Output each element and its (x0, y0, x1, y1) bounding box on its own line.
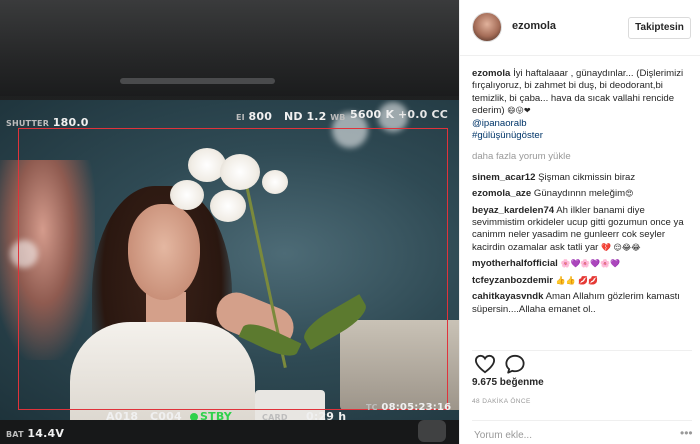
hud-battery: BAT 14.4V (6, 427, 65, 440)
comments-list: ezomola İyi haftalaaar , günaydınlar... … (472, 68, 696, 320)
like-count[interactable]: 9.675 beğenme (472, 377, 544, 388)
comment-emoji: 👍👍 💋💋 (555, 275, 599, 285)
watermark-logo (418, 420, 446, 442)
hud-wb: 5600 K (350, 108, 395, 121)
comment-emoji: 😍 (625, 189, 634, 199)
list-item: sinem_acar12 Şişman cikmissin biraz (472, 172, 696, 184)
comment-icon[interactable] (504, 354, 526, 374)
comment-text: Şişman cikmissin biraz (538, 171, 636, 183)
comment-text: Günaydınnn meleğim (533, 188, 626, 200)
list-item: beyaz_kardelen74 Ah ilkler banami diye s… (472, 205, 696, 255)
hud-ei: EI 800 (236, 110, 273, 123)
post-timestamp: 48 DAKİKA ÖNCE (472, 398, 531, 405)
comment-username[interactable]: myotherhalfofficial (472, 258, 558, 269)
caption-emoji: 😄😛❤ (507, 106, 531, 116)
hud-shutter: SHUTTER 180.0 (6, 116, 89, 129)
avatar[interactable] (472, 12, 502, 42)
ellipsis-icon[interactable]: ••• (680, 427, 693, 439)
load-more-comments[interactable]: daha fazla yorum yükle (472, 151, 696, 163)
list-item: tcfeyzanbozdemir 👍👍 💋💋 (472, 275, 696, 287)
heart-icon[interactable] (474, 354, 496, 374)
list-item: cahitkayasvndk Aman Allahım gözlerim kam… (472, 291, 696, 316)
add-comment-bar: ••• (472, 420, 693, 444)
caption-mention[interactable]: @ipanaoralb (472, 118, 527, 129)
monitor-bottom-bar (0, 420, 459, 444)
comment-emoji: 💔 😌😂😂 (601, 242, 641, 252)
hud-cc: +0.0 CC (398, 108, 449, 121)
post-header: ezomola Takiptesin (460, 0, 700, 56)
post-actions (472, 350, 692, 374)
list-item: ezomola_aze Günaydınnn meleğim😍 (472, 188, 696, 200)
recording-frame (18, 128, 448, 410)
camera-monitor-top (0, 0, 459, 96)
comment-input[interactable] (474, 427, 674, 443)
comment-username[interactable]: ezomola_aze (472, 188, 531, 199)
comment-username[interactable]: beyaz_kardelen74 (472, 205, 554, 216)
hud-timecode: TC 08:05:23:16 (366, 402, 452, 413)
hud-nd: ND 1.2 WB (284, 110, 346, 123)
follow-button[interactable]: Takiptesin (628, 17, 691, 39)
monitor-slot (120, 78, 275, 84)
caption-username[interactable]: ezomola (472, 68, 510, 79)
comment-username[interactable]: sinem_acar12 (472, 172, 535, 183)
header-username[interactable]: ezomola (512, 20, 556, 32)
post-sidebar: ezomola Takiptesin ezomola İyi haftalaaa… (459, 0, 700, 444)
caption-hashtag[interactable]: #gülüşünügöster (472, 130, 543, 141)
list-item: myotherhalfofficial 🌸💜🌸💜🌸💜 (472, 258, 696, 270)
monitor-screen (0, 100, 459, 420)
comment-username[interactable]: tcfeyzanbozdemir (472, 275, 553, 286)
comment-emoji: 🌸💜🌸💜🌸💜 (560, 259, 621, 269)
post-photo[interactable]: SHUTTER 180.0 EI 800 ND 1.2 WB 5600 K +0… (0, 0, 459, 444)
comment-username[interactable]: cahitkayasvndk (472, 291, 543, 302)
caption: ezomola İyi haftalaaar , günaydınlar... … (472, 68, 696, 142)
